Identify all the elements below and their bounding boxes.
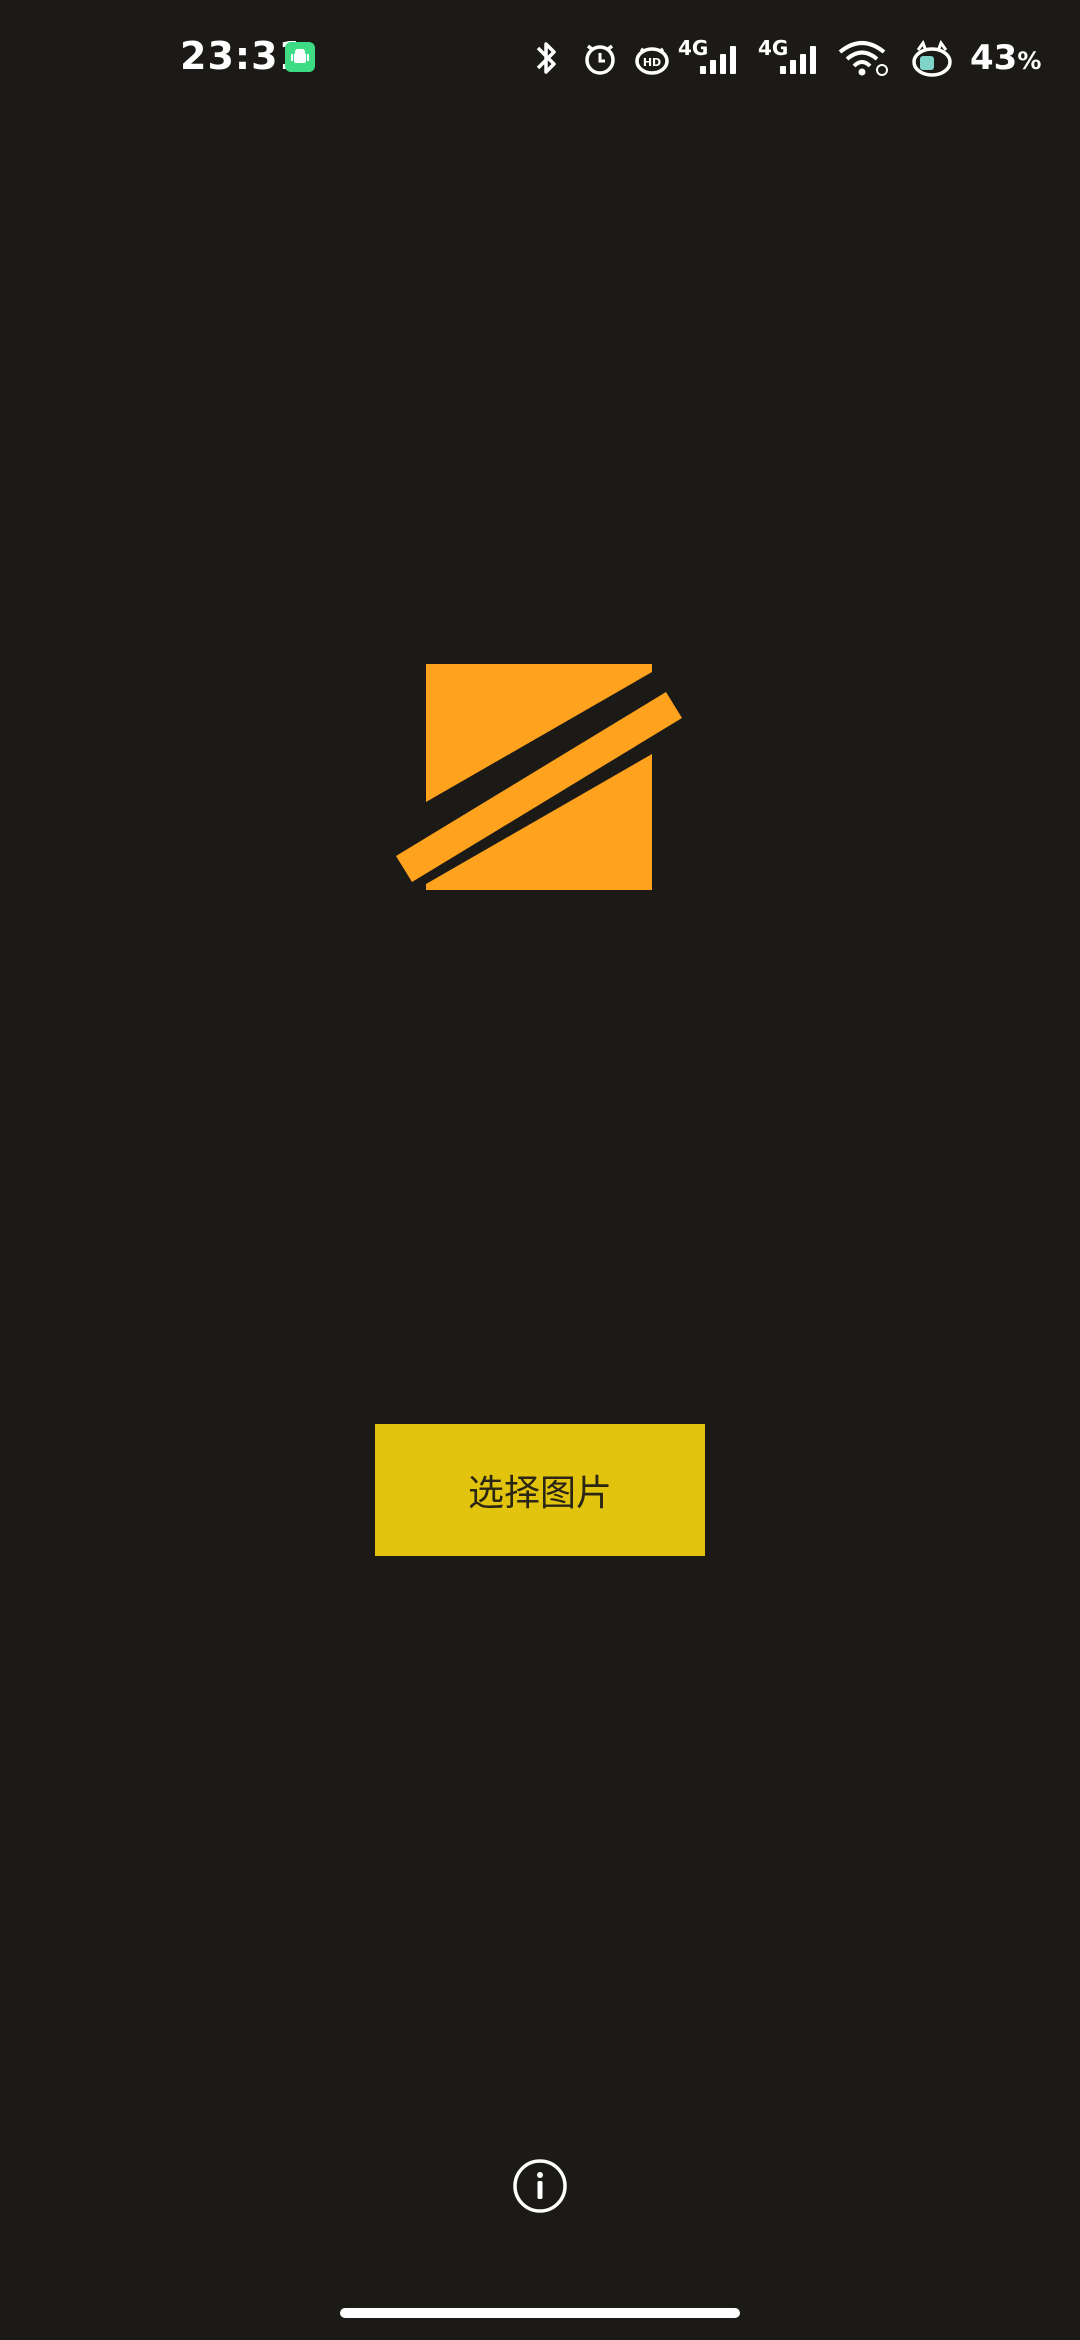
info-button[interactable] (512, 2158, 568, 2214)
bluetooth-icon (530, 38, 562, 78)
alarm-icon (580, 38, 620, 78)
select-image-button-label: 选择图片 (467, 1473, 612, 1514)
wifi-icon (836, 38, 892, 78)
android-notification-icon (285, 42, 315, 72)
battery-level: 43% (970, 38, 1041, 78)
hd-voice-icon: HD (632, 38, 672, 78)
signal-icon-2 (774, 44, 824, 84)
battery-value: 43 (970, 38, 1018, 78)
app-logo-icon (396, 662, 686, 902)
select-image-button[interactable]: 选择图片 (375, 1424, 705, 1556)
app-screen: 23:31 HD 4G 4G 43% 选择图片 (0, 0, 1080, 2340)
signal-icon (694, 44, 744, 84)
info-icon (513, 2159, 567, 2213)
battery-unit: % (1017, 47, 1042, 75)
svg-text:HD: HD (643, 56, 661, 69)
battery-icon (910, 38, 954, 78)
status-bar: 23:31 HD 4G 4G 43% (0, 0, 1080, 120)
home-indicator[interactable] (340, 2308, 740, 2318)
